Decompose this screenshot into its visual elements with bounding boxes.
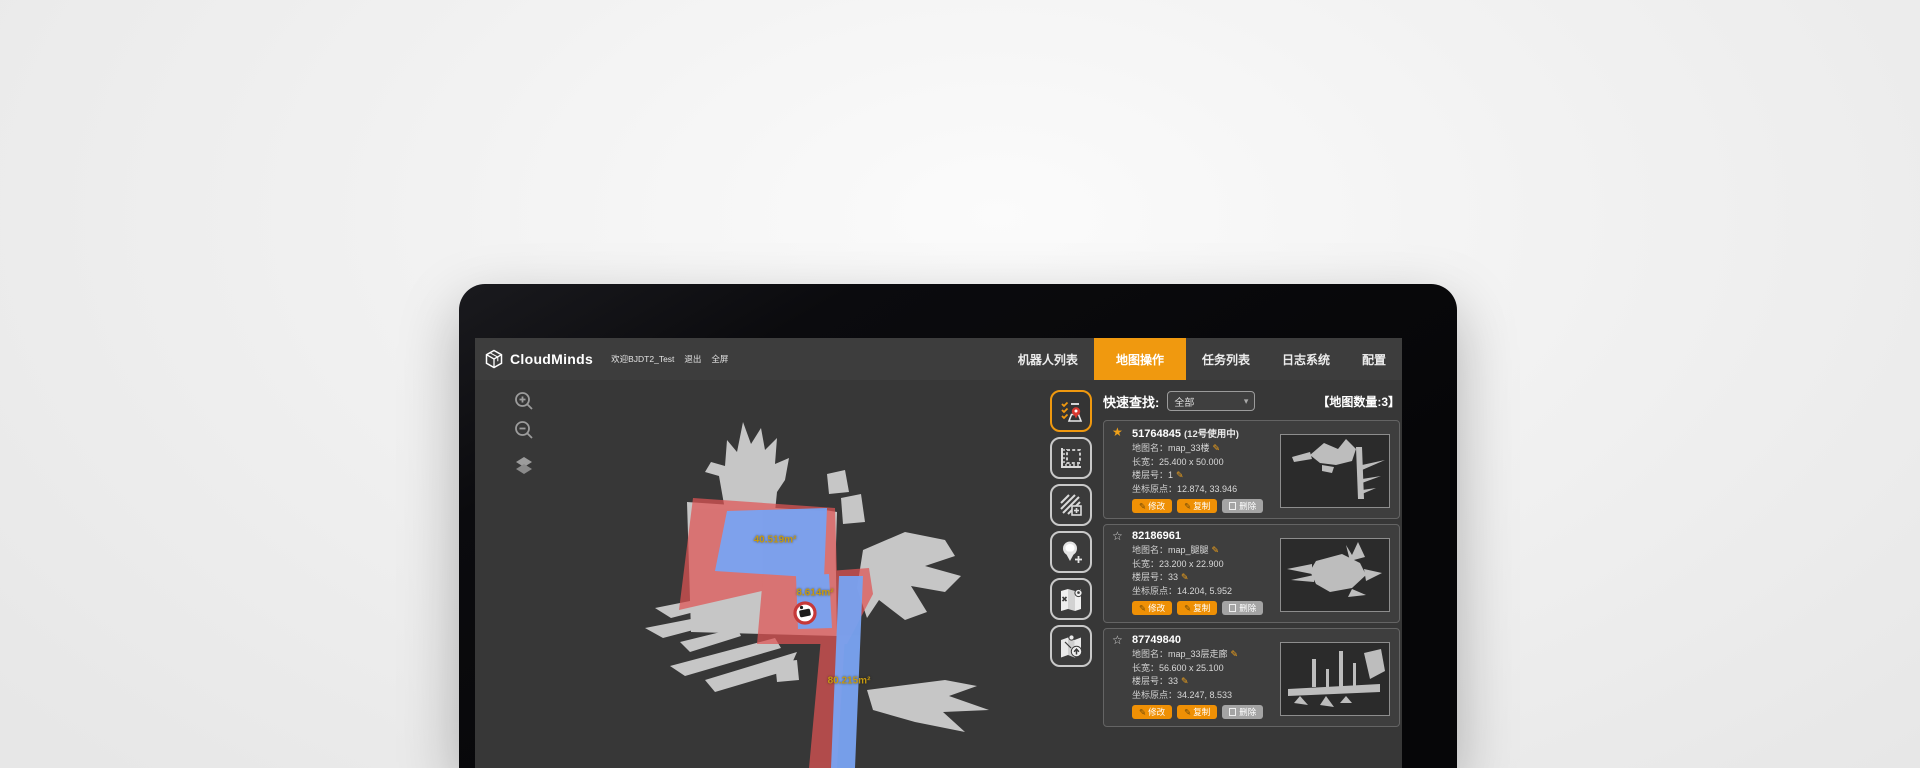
cloudminds-logo-icon: [484, 349, 504, 369]
map-card-list: ★ 51764845 (12号使用中) 地图名：map_33楼✎ 长宽：25.4…: [1103, 420, 1400, 727]
app-screen: CloudMinds 欢迎BJDT2_Test 退出 全屏 机器人列表 地图操作…: [475, 338, 1402, 768]
map-controls: [513, 390, 535, 476]
map-task-icon[interactable]: [1050, 390, 1092, 432]
zoom-in-icon[interactable]: [513, 390, 535, 412]
welcome-text: 欢迎BJDT2_Test: [611, 353, 674, 365]
logo-text: CloudMinds: [510, 351, 593, 367]
modify-button[interactable]: ✎修改: [1132, 601, 1172, 615]
chevron-down-icon: ▾: [1244, 396, 1249, 407]
map-thumbnail[interactable]: [1280, 538, 1390, 612]
edit-pencil-icon[interactable]: ✎: [1231, 649, 1239, 659]
nav-item-config[interactable]: 配置: [1346, 338, 1402, 380]
desktop-background: CloudMinds 欢迎BJDT2_Test 退出 全屏 机器人列表 地图操作…: [0, 0, 1920, 768]
edit-pencil-icon[interactable]: ✎: [1212, 545, 1220, 555]
copy-button[interactable]: ✎复制: [1177, 499, 1217, 513]
map-list-panel: 快速查找: 全部 ▾ 【地图数量:3】 ★ 51764845: [1103, 390, 1400, 727]
edit-pencil-icon[interactable]: ✎: [1176, 470, 1184, 480]
zoom-out-icon[interactable]: [513, 419, 535, 441]
nav-item-map-operation[interactable]: 地图操作: [1094, 338, 1186, 380]
fullscreen-link[interactable]: 全屏: [711, 353, 728, 365]
edit-pencil-icon: ✎: [1139, 707, 1146, 718]
robot-marker: [795, 603, 815, 623]
map-toolbar: [1050, 390, 1092, 667]
modify-button[interactable]: ✎修改: [1132, 705, 1172, 719]
filter-select[interactable]: 全部 ▾: [1167, 391, 1255, 411]
star-outline-icon[interactable]: ☆: [1112, 529, 1123, 543]
delete-button[interactable]: 删除: [1222, 705, 1263, 719]
edit-pencil-icon: ✎: [1184, 501, 1191, 512]
delete-icon: [1229, 708, 1236, 716]
map-canvas[interactable]: 40.519m² 8.614m² 80.215m²: [475, 380, 1050, 768]
modify-button[interactable]: ✎修改: [1132, 499, 1172, 513]
cloudminds-logo: CloudMinds: [484, 349, 593, 369]
delete-button[interactable]: 删除: [1222, 601, 1263, 615]
delete-button[interactable]: 删除: [1222, 499, 1263, 513]
map-card: ☆ 82186961 地图名：map_腿腿✎ 长宽：23.200 x 22.90…: [1103, 524, 1400, 623]
navbar: CloudMinds 欢迎BJDT2_Test 退出 全屏 机器人列表 地图操作…: [475, 338, 1402, 380]
star-filled-icon[interactable]: ★: [1112, 425, 1123, 439]
delete-icon: [1229, 502, 1236, 510]
pin-add-icon[interactable]: [1050, 531, 1092, 573]
map-card: ☆ 87749840 地图名：map_33层走廊✎ 长宽：56.600 x 25…: [1103, 628, 1400, 727]
edit-pencil-icon: ✎: [1139, 603, 1146, 614]
nav-item-robot-list[interactable]: 机器人列表: [1002, 338, 1094, 380]
map-frame-icon[interactable]: [1050, 437, 1092, 479]
hatch-area-add-icon[interactable]: [1050, 484, 1092, 526]
map-thumbnail[interactable]: [1280, 642, 1390, 716]
quick-search-label: 快速查找:: [1103, 392, 1159, 411]
laptop-mockup: CloudMinds 欢迎BJDT2_Test 退出 全屏 机器人列表 地图操作…: [459, 284, 1457, 768]
edit-pencil-icon: ✎: [1184, 603, 1191, 614]
copy-button[interactable]: ✎复制: [1177, 601, 1217, 615]
edit-pencil-icon: ✎: [1139, 501, 1146, 512]
nav-item-log-system[interactable]: 日志系统: [1266, 338, 1346, 380]
edit-pencil-icon: ✎: [1184, 707, 1191, 718]
edit-pencil-icon[interactable]: ✎: [1181, 676, 1189, 686]
content-area: 40.519m² 8.614m² 80.215m²: [475, 380, 1402, 768]
map-upload-icon[interactable]: [1050, 625, 1092, 667]
filter-select-value: 全部: [1174, 394, 1243, 409]
panel-header: 快速查找: 全部 ▾ 【地图数量:3】: [1103, 390, 1400, 412]
main-nav: 机器人列表 地图操作 任务列表 日志系统 配置: [1002, 338, 1402, 380]
edit-pencil-icon[interactable]: ✎: [1181, 572, 1189, 582]
map-card: ★ 51764845 (12号使用中) 地图名：map_33楼✎ 长宽：25.4…: [1103, 420, 1400, 519]
map-count-label: 【地图数量:3】: [1317, 393, 1400, 410]
copy-button[interactable]: ✎复制: [1177, 705, 1217, 719]
logout-link[interactable]: 退出: [684, 353, 701, 365]
star-outline-icon[interactable]: ☆: [1112, 633, 1123, 647]
area-size-label: 8.614m²: [796, 588, 833, 599]
map-status-suffix: (12号使用中): [1184, 429, 1239, 440]
map-thumbnail[interactable]: [1280, 434, 1390, 508]
edit-pencil-icon[interactable]: ✎: [1213, 443, 1221, 453]
nav-item-task-list[interactable]: 任务列表: [1186, 338, 1266, 380]
area-size-label: 40.519m²: [754, 535, 797, 546]
layers-icon[interactable]: [513, 454, 535, 476]
delete-icon: [1229, 604, 1236, 612]
map-marker-icon[interactable]: [1050, 578, 1092, 620]
area-size-label: 80.215m²: [828, 676, 871, 687]
